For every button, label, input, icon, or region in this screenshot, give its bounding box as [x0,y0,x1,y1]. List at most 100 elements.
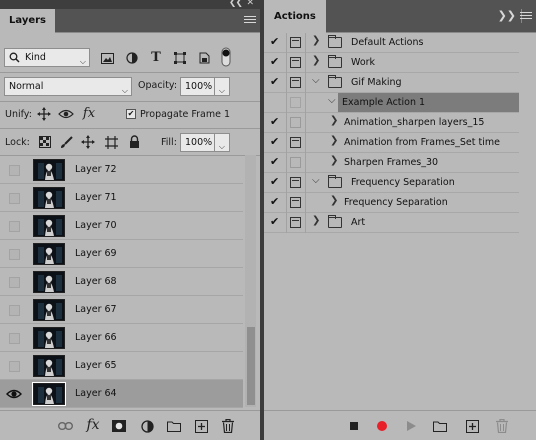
visibility-toggle[interactable] [9,305,20,316]
panel-menu-icon[interactable] [520,10,532,22]
tab-layers[interactable]: Layers [0,9,55,33]
action-row[interactable]: ✔ ❯ Animation from Frames_Set time [264,133,519,153]
trash-icon[interactable] [220,418,236,434]
lock-transparent-icon[interactable] [37,134,53,150]
chevron-right-icon[interactable]: ❯ [330,115,338,126]
layers-scroll-thumb[interactable] [247,327,255,405]
layer-name: Layer 68 [75,276,117,287]
action-row[interactable]: ✔ ❯ Sharpen Frames_30 [264,153,519,173]
visibility-toggle[interactable] [9,361,20,372]
visibility-toggle[interactable] [9,249,20,260]
action-row[interactable]: ✔ ❯ Frequency Separation [264,193,519,213]
action-set-row[interactable]: ✔ ❯ Work [264,53,519,73]
layer-row[interactable]: Layer 66 [0,324,243,352]
layer-row[interactable]: Layer 70 [0,212,243,240]
link-icon[interactable] [57,419,73,433]
filter-shape-icon[interactable] [172,50,188,66]
chevron-right-icon[interactable]: ❯ [312,215,320,226]
play-icon[interactable] [404,418,418,434]
dialog-toggle-icon[interactable] [290,157,301,168]
layer-row[interactable]: Layer 71 [0,184,243,212]
stop-icon[interactable] [347,419,361,433]
dialog-toggle-icon[interactable] [290,57,301,68]
visibility-toggle[interactable] [9,193,20,204]
new-set-icon[interactable] [432,418,448,434]
checkmark-icon[interactable]: ✔ [270,175,282,189]
dialog-toggle-icon[interactable] [290,117,301,128]
checkmark-icon[interactable]: ✔ [270,215,282,229]
unify-style-icon[interactable]: fx [80,104,98,122]
filter-type-icon[interactable]: T [148,49,164,65]
new-action-icon[interactable] [464,418,480,434]
checkmark-icon[interactable]: ✔ [270,35,282,49]
action-set-row[interactable]: ✔ ⌵ Frequency Separation [264,173,519,193]
mask-icon[interactable] [111,418,127,434]
filter-toggle-icon[interactable] [220,46,232,68]
action-set-row[interactable]: ✔ ❯ Art [264,213,519,233]
layer-row[interactable]: Layer 64 [0,380,243,408]
filter-kind-select[interactable]: Kind ⌵ [4,48,90,67]
checkmark-icon[interactable]: ✔ [270,195,282,209]
opacity-dropdown[interactable]: ⌵ [214,77,230,96]
chevron-down-icon[interactable]: ⌵ [312,175,320,186]
layer-row[interactable]: Layer 68 [0,268,243,296]
checkmark-icon[interactable]: ✔ [270,75,282,89]
chevron-down-icon[interactable]: ⌵ [328,95,336,106]
chevron-right-icon[interactable]: ❯ [312,35,320,46]
adjustment-icon[interactable] [139,418,155,434]
panel-menu-icon[interactable] [244,14,256,26]
dialog-toggle-icon[interactable] [290,197,301,208]
chevron-down-icon[interactable]: ⌵ [312,75,320,86]
new-layer-icon[interactable] [193,418,209,434]
layer-row[interactable]: Layer 65 [0,352,243,380]
visibility-toggle[interactable] [9,333,20,344]
layer-row[interactable]: Layer 72 [0,156,243,184]
checkmark-icon[interactable]: ✔ [270,115,282,129]
layers-scrollbar[interactable] [245,155,256,407]
filter-adjustment-icon[interactable] [124,50,140,66]
tab-actions[interactable]: Actions [264,0,326,33]
lock-artboard-icon[interactable] [103,134,119,150]
action-row[interactable]: ✔ ❯ Animation_sharpen layers_15 [264,113,519,133]
layer-row[interactable]: Layer 67 [0,296,243,324]
blend-mode-select[interactable]: Normal ⌵ [4,77,132,96]
checkmark-icon[interactable]: ✔ [270,135,282,149]
filter-pixel-icon[interactable] [99,50,115,66]
fill-dropdown[interactable]: ⌵ [214,133,230,152]
lock-pixels-icon[interactable] [58,134,74,150]
chevron-right-icon[interactable]: ❯ [312,55,320,66]
eye-icon[interactable] [6,387,22,401]
dialog-toggle-icon[interactable] [290,137,301,148]
layer-row[interactable]: Layer 69 [0,240,243,268]
toggle-box[interactable] [290,97,301,108]
record-icon[interactable] [374,418,390,434]
visibility-toggle[interactable] [9,221,20,232]
dialog-toggle-icon[interactable] [290,37,301,48]
chevron-down-icon: ⌵ [79,57,86,66]
chevron-right-icon[interactable]: ❯ [330,135,338,146]
trash-icon[interactable] [494,418,510,434]
chevron-right-icon[interactable]: ❯ [330,155,338,166]
checkmark-icon[interactable]: ✔ [270,155,282,169]
close-panel-icon[interactable]: ✕ [246,0,254,8]
action-set-row[interactable]: ✔ ⌵ Gif Making [264,73,519,93]
unify-visibility-icon[interactable] [57,106,75,122]
collapse-icon[interactable]: ❮❮ [229,0,243,8]
dialog-toggle-icon[interactable] [290,177,301,188]
lock-position-icon[interactable] [80,134,96,150]
action-set-row[interactable]: ✔ ❯ Default Actions [264,33,519,53]
visibility-toggle[interactable] [9,277,20,288]
unify-position-icon[interactable] [36,106,52,122]
chevron-right-icon[interactable]: ❯ [330,195,338,206]
expand-panel-icon[interactable]: ❯❯ [498,9,516,22]
folder-icon[interactable] [166,418,182,434]
checkmark-icon[interactable]: ✔ [270,55,282,69]
fx-icon[interactable]: fx [84,415,102,435]
propagate-checkbox[interactable]: ✔ [126,109,136,119]
dialog-toggle-icon[interactable] [290,77,301,88]
visibility-toggle[interactable] [9,165,20,176]
filter-smart-object-icon[interactable] [196,50,212,66]
dialog-toggle-icon[interactable] [290,217,301,228]
action-row[interactable]: ⌵ Example Action 1 [264,93,519,113]
lock-all-icon[interactable] [126,133,142,149]
